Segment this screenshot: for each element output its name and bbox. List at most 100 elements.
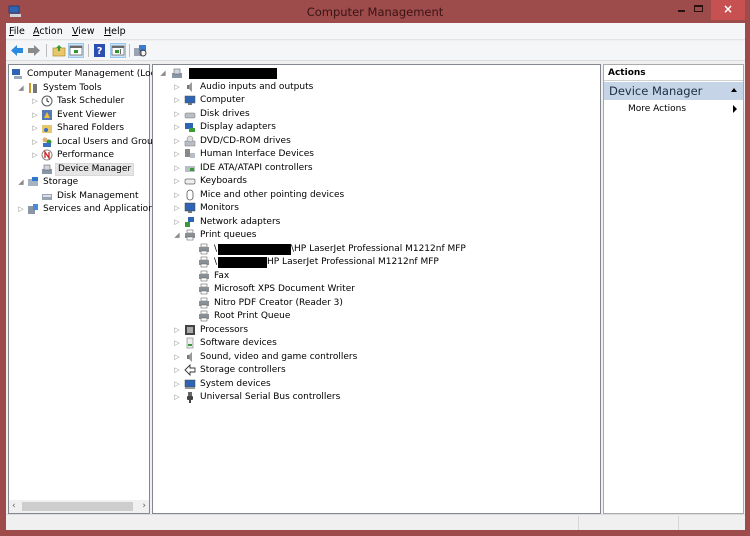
device-manager-icon [42, 164, 52, 174]
print-queue-prefix: \ [214, 243, 218, 254]
expanded-arrow-icon[interactable]: ◢ [159, 67, 167, 80]
collapsed-arrow-icon[interactable]: ▷ [173, 324, 181, 337]
collapsed-arrow-icon[interactable]: ▷ [173, 94, 181, 107]
printer-icon [199, 243, 209, 254]
device-category-label: Monitors [200, 203, 239, 213]
device-category-label: IDE ATA/ATAPI controllers [200, 162, 313, 173]
more-actions-item[interactable]: More Actions [604, 102, 743, 116]
device-category-label: Sound, video and game controllers [200, 351, 358, 362]
horizontal-scrollbar[interactable]: ‹ › [9, 500, 149, 513]
collapsed-arrow-icon[interactable]: ▷ [173, 378, 181, 391]
collapsed-arrow-icon[interactable]: ▷ [31, 136, 39, 149]
menu-label-rest: iew [78, 26, 95, 37]
device-category-label: Display adapters [200, 122, 276, 132]
expanded-arrow-icon[interactable]: ◢ [17, 82, 25, 95]
tree-item-label: Computer Management (Local [27, 69, 164, 79]
minimize-button[interactable] [678, 10, 685, 12]
collapsed-arrow-icon[interactable]: ▷ [173, 162, 181, 175]
toolbar-separator [88, 44, 89, 57]
folder-up-icon[interactable] [51, 43, 67, 58]
action-pane-button[interactable] [110, 43, 126, 58]
collapse-caret-icon[interactable] [731, 88, 737, 92]
collapsed-arrow-icon[interactable]: ▷ [17, 203, 25, 216]
arrow-right-icon[interactable] [26, 43, 42, 58]
tree-item-label: Services and Applications [43, 204, 159, 214]
shared-folders-icon [42, 125, 52, 133]
collapsed-arrow-icon[interactable]: ▷ [173, 337, 181, 350]
collapsed-arrow-icon[interactable]: ▷ [173, 351, 181, 364]
device-category-label: Computer [200, 95, 245, 105]
device-category-label: Print queues [200, 230, 257, 240]
event-viewer-icon [42, 109, 52, 120]
software-device-icon [186, 337, 194, 349]
menu-action[interactable]: Action [33, 26, 63, 37]
tree-item-label: Device Manager [55, 162, 135, 176]
collapsed-arrow-icon[interactable]: ▷ [173, 202, 181, 215]
maximize-button[interactable] [694, 5, 703, 12]
toolbar: ? [6, 41, 745, 61]
device-category-label: Mice and other pointing devices [200, 189, 345, 200]
menu-view[interactable]: View [72, 26, 95, 37]
collapsed-arrow-icon[interactable]: ▷ [173, 391, 181, 404]
system-tools-icon [29, 82, 37, 93]
monitor-icon [184, 202, 196, 213]
display-adapter-icon [185, 123, 195, 132]
expanded-arrow-icon[interactable]: ◢ [17, 176, 25, 189]
print-queue-prefix: \ [214, 257, 218, 267]
collapsed-arrow-icon[interactable]: ▷ [173, 108, 181, 121]
actions-panel: Actions Device Manager More Actions [603, 64, 744, 514]
collapsed-arrow-icon[interactable]: ▷ [31, 122, 39, 135]
close-button[interactable]: × [711, 0, 745, 20]
console-tree-icon [69, 45, 83, 56]
device-category-label: Human Interface Devices [200, 149, 314, 159]
printer-icon [199, 270, 209, 281]
print-queue-label: Root Print Queue [214, 311, 291, 321]
menu-label-rest: elp [111, 26, 126, 37]
processor-icon [185, 324, 195, 335]
scrollbar-thumb[interactable] [22, 502, 133, 511]
actions-group-device-manager[interactable]: Device Manager [604, 82, 743, 100]
collapsed-arrow-icon[interactable]: ▷ [31, 95, 39, 108]
collapsed-arrow-icon[interactable]: ▷ [173, 81, 181, 94]
collapsed-arrow-icon[interactable]: ▷ [31, 109, 39, 122]
collapsed-arrow-icon[interactable]: ▷ [173, 135, 181, 148]
console-tree-panel: ‹ › Computer Management (Local ◢ System To… [8, 64, 164, 514]
collapsed-arrow-icon[interactable]: ▷ [173, 121, 181, 134]
dvd-drive-icon [184, 135, 196, 146]
usb-icon [187, 392, 193, 403]
window-client: File Action View Help ? ‹ › Computer Manage… [6, 23, 745, 530]
disk-management-icon [42, 193, 52, 200]
storage-controller-icon [184, 364, 196, 376]
menu-bar: File Action View Help [6, 23, 745, 40]
help-icon[interactable]: ? [92, 43, 108, 58]
device-category-label: Software devices [200, 338, 277, 348]
printer-icon [199, 283, 209, 295]
toolbar-separator [129, 44, 130, 57]
arrow-left-icon[interactable] [9, 43, 25, 58]
device-category-label: Keyboards [200, 176, 247, 186]
menu-file[interactable]: File [9, 26, 25, 37]
menu-label-rest: ction [39, 26, 63, 37]
collapsed-arrow-icon[interactable]: ▷ [173, 148, 181, 161]
expanded-arrow-icon[interactable]: ◢ [173, 229, 181, 242]
collapsed-arrow-icon[interactable]: ▷ [173, 216, 181, 229]
scroll-left-icon[interactable]: ‹ [12, 500, 16, 513]
console-tree-button[interactable] [68, 43, 84, 58]
task-scheduler-icon [41, 95, 53, 107]
status-separator [678, 516, 679, 530]
submenu-arrow-icon [733, 105, 737, 113]
redacted-server-name [218, 257, 267, 268]
collapsed-arrow-icon[interactable]: ▷ [31, 149, 39, 162]
storage-icon [28, 177, 38, 186]
scan-hardware-icon[interactable] [132, 43, 148, 58]
device-category-label: Network adapters [200, 216, 281, 227]
collapsed-arrow-icon[interactable]: ▷ [173, 189, 181, 202]
collapsed-arrow-icon[interactable]: ▷ [173, 175, 181, 188]
status-bar [6, 514, 745, 530]
collapsed-arrow-icon[interactable]: ▷ [173, 364, 181, 377]
action-pane-icon [111, 45, 125, 56]
ide-controller-icon [185, 165, 195, 172]
menu-help[interactable]: Help [104, 26, 126, 37]
scroll-right-icon[interactable]: › [142, 500, 146, 513]
tree-item-label: Task Scheduler [57, 96, 125, 106]
